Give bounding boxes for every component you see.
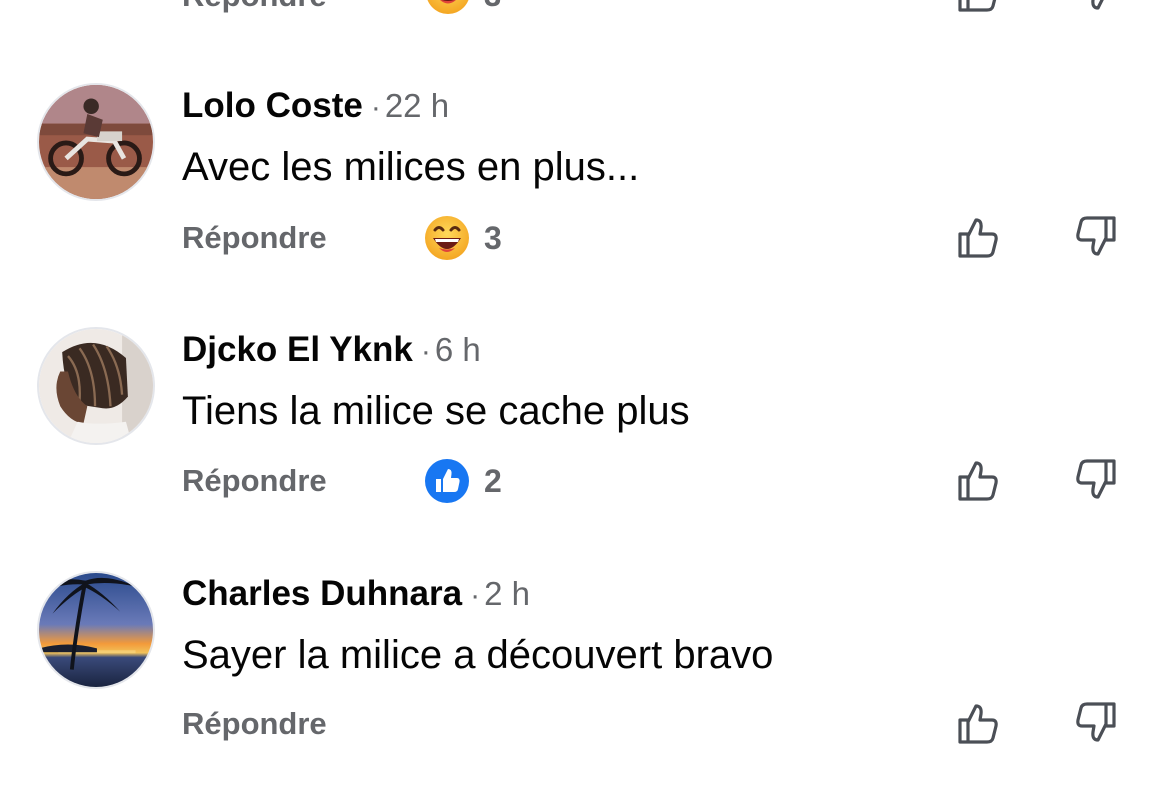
comment-author[interactable]: Charles Duhnara xyxy=(182,574,462,613)
avatar[interactable] xyxy=(37,327,155,445)
avatar[interactable] xyxy=(37,83,155,201)
comment-author[interactable]: Djcko El Yknk xyxy=(182,330,413,369)
motorcycle-photo xyxy=(39,85,153,199)
upvote-icon[interactable] xyxy=(952,698,1002,748)
upvote-icon[interactable] xyxy=(952,212,1002,262)
downvote-icon[interactable] xyxy=(1072,455,1122,505)
comment-time[interactable]: 6 h xyxy=(435,331,481,368)
reaction-count: 3 xyxy=(484,0,501,14)
comment-text: Sayer la milice a découvert bravo xyxy=(182,633,774,677)
comment-time[interactable]: 22 h xyxy=(385,87,449,124)
comment-text: Tiens la milice se cache plus xyxy=(182,389,690,433)
sunset-beach-photo xyxy=(39,573,153,687)
downvote-icon[interactable] xyxy=(1072,698,1122,748)
like-icon[interactable] xyxy=(423,457,471,510)
reaction-count: 3 xyxy=(484,220,502,256)
reply-button[interactable]: Répondre xyxy=(182,220,327,256)
upvote-icon[interactable] xyxy=(952,0,1002,16)
reply-button[interactable]: Répondre xyxy=(182,0,327,14)
reply-button[interactable]: Répondre xyxy=(182,463,327,499)
separator-dot: · xyxy=(370,91,381,124)
downvote-icon[interactable] xyxy=(1072,212,1122,262)
reaction-count: 2 xyxy=(484,463,502,499)
comment-time[interactable]: 2 h xyxy=(484,575,530,612)
upvote-icon[interactable] xyxy=(952,455,1002,505)
avatar[interactable] xyxy=(37,571,155,689)
comment-author[interactable]: Lolo Coste xyxy=(182,86,363,125)
separator-dot: · xyxy=(470,579,481,612)
reply-button[interactable]: Répondre xyxy=(182,706,327,742)
laughing-emoji-icon xyxy=(424,0,472,21)
comment-text: Avec les milices en plus... xyxy=(182,145,640,189)
downvote-icon[interactable] xyxy=(1072,0,1122,16)
braided-hair-profile-photo xyxy=(39,329,153,443)
separator-dot: · xyxy=(420,335,431,368)
laughing-emoji-icon[interactable] xyxy=(423,214,471,267)
